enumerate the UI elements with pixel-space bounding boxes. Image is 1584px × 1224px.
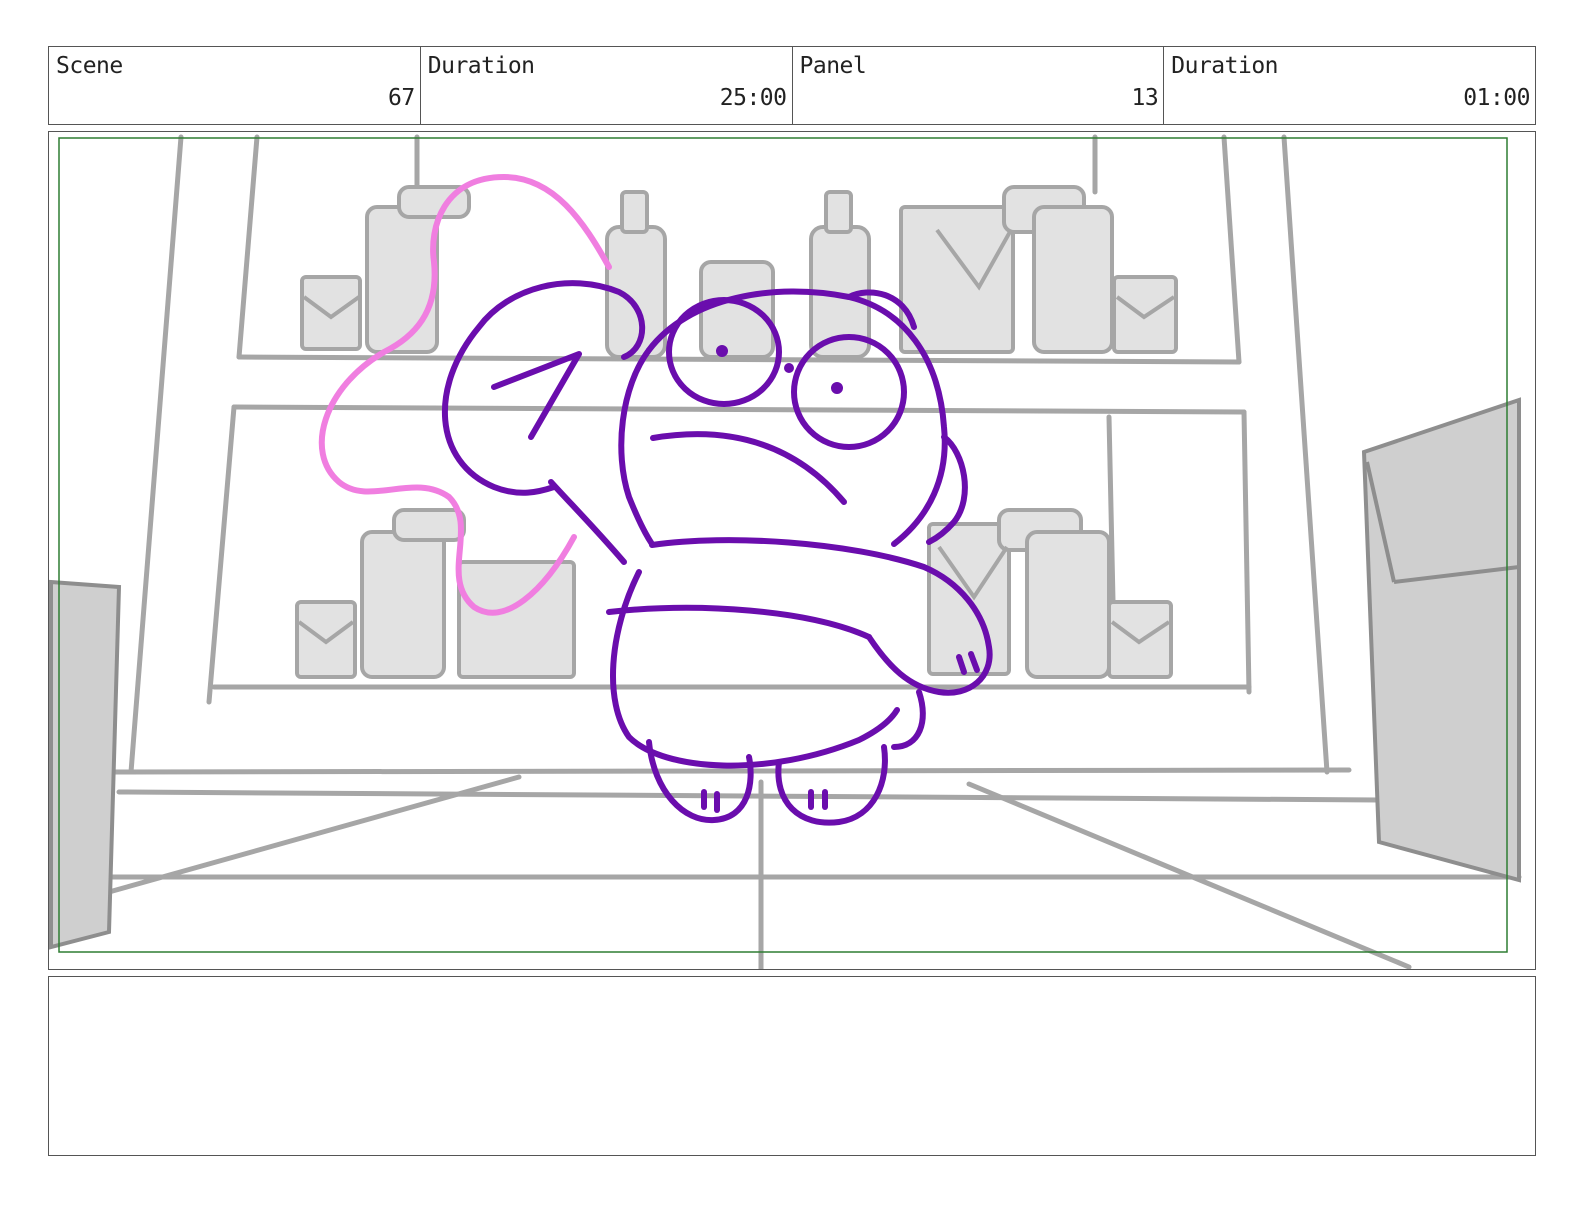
scene-label: Scene	[56, 53, 123, 79]
scene-number: 67	[388, 85, 415, 111]
scene-duration-label: Duration	[427, 53, 535, 79]
panel-duration-label: Duration	[1171, 53, 1279, 79]
panel-duration-cell: Duration 01:00	[1164, 47, 1535, 124]
scene-duration-cell: Duration 25:00	[421, 47, 793, 124]
panel-duration-value: 01:00	[1463, 85, 1530, 111]
scene-duration-value: 25:00	[719, 85, 787, 111]
panel-cell: Panel 13	[793, 47, 1165, 124]
storyboard-panel	[48, 131, 1536, 970]
shelf-props-lower	[295, 508, 1173, 679]
storyboard-drawing	[49, 134, 1522, 969]
scene-cell: Scene 67	[49, 47, 421, 124]
panel-notes-box[interactable]	[48, 976, 1536, 1156]
panel-info-header: Scene 67 Duration 25:00 Panel 13 Duratio…	[48, 46, 1536, 125]
panel-label: Panel	[799, 53, 867, 79]
panel-number: 13	[1131, 85, 1159, 111]
foreground-side-shelves	[49, 397, 1521, 950]
character-line-art	[441, 280, 993, 826]
